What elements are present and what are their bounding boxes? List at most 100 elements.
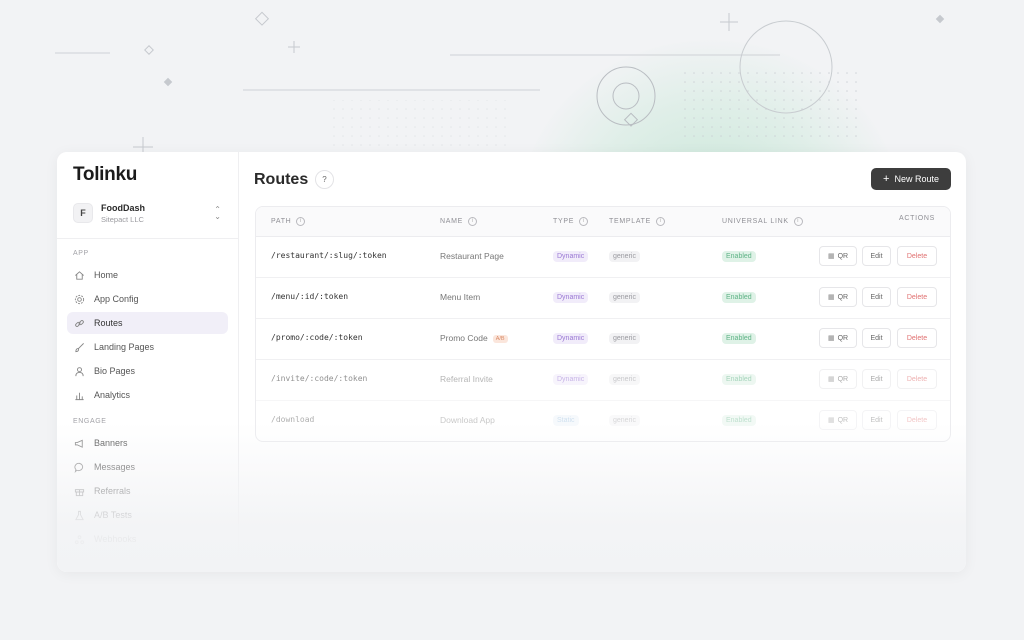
qr-button[interactable]: ▦ QR: [819, 369, 857, 389]
column-header-label: TEMPLATE: [609, 218, 652, 225]
route-path: /promo/:code/:token: [271, 333, 363, 342]
edit-button[interactable]: Edit: [862, 328, 891, 348]
sidebar: Tolinku F FoodDash Sitepact LLC ⌃ ⌄ APP H…: [57, 152, 239, 572]
edit-button[interactable]: Edit: [862, 246, 891, 266]
column-header-name[interactable]: NAME i: [440, 217, 478, 226]
help-button[interactable]: ?: [315, 170, 334, 189]
qr-button[interactable]: ▦ QR: [819, 328, 857, 348]
user-icon: [73, 365, 85, 377]
qr-label: QR: [837, 293, 849, 301]
workspace-switcher[interactable]: F FoodDash Sitepact LLC ⌃ ⌄: [67, 196, 229, 230]
table-row[interactable]: /promo/:code/:token Promo Code A/B Dynami…: [256, 319, 950, 360]
table-row[interactable]: /menu/:id/:token Menu Item Dynamic gener…: [256, 278, 950, 319]
template-badge: generic: [609, 333, 640, 344]
qr-label: QR: [837, 416, 849, 424]
gift-icon: [73, 485, 85, 497]
workspace-avatar: F: [73, 203, 93, 223]
edit-button[interactable]: Edit: [862, 369, 891, 389]
sidebar-item-referrals[interactable]: Referrals: [67, 480, 228, 502]
route-path: /menu/:id/:token: [271, 292, 349, 301]
table-row[interactable]: /invite/:code/:token Referral Invite Dyn…: [256, 360, 950, 401]
info-icon[interactable]: i: [656, 217, 666, 226]
route-path: /restaurant/:slug/:token: [271, 251, 387, 260]
ab-test-badge: A/B: [492, 335, 508, 343]
megaphone-icon: [73, 437, 85, 449]
new-route-button[interactable]: + New Route: [871, 168, 951, 190]
sidebar-item-banners[interactable]: Banners: [67, 432, 228, 454]
logo[interactable]: Tolinku: [73, 164, 137, 186]
table-header: PATH i NAME i TYPE i TEMPLATE i UNIVERSAL LI…: [256, 207, 950, 237]
qr-label: QR: [837, 334, 849, 342]
sidebar-item-label: Banners: [94, 438, 128, 448]
route-name-text: Promo Code: [440, 333, 488, 343]
sidebar-item-app-config[interactable]: App Config: [67, 288, 228, 310]
new-route-label: New Route: [894, 174, 939, 184]
qr-button[interactable]: ▦ QR: [819, 410, 857, 430]
column-header-label: PATH: [271, 218, 292, 225]
column-header-actions: ACTIONS: [899, 215, 935, 222]
sidebar-item-routes[interactable]: Routes: [67, 312, 228, 334]
column-header-label: ACTIONS: [899, 215, 936, 222]
qr-button[interactable]: ▦ QR: [819, 246, 857, 266]
info-icon[interactable]: i: [468, 217, 478, 226]
sidebar-item-label: Messages: [94, 462, 136, 472]
type-badge: Dynamic: [553, 251, 589, 262]
qr-code-icon: ▦: [827, 335, 835, 342]
type-badge: Dynamic: [553, 333, 589, 344]
route-path: /download: [271, 415, 315, 424]
edit-button[interactable]: Edit: [862, 410, 891, 430]
app-window: Tolinku F FoodDash Sitepact LLC ⌃ ⌄ APP H…: [57, 152, 966, 572]
table-row[interactable]: /restaurant/:slug/:token Restaurant Page…: [256, 237, 950, 278]
column-header-path[interactable]: PATH i: [271, 217, 306, 226]
page-title: Routes: [254, 171, 309, 188]
qr-code-icon: ▦: [827, 376, 835, 383]
sidebar-item-bio-pages[interactable]: Bio Pages: [67, 360, 228, 382]
delete-button[interactable]: Delete: [897, 246, 937, 266]
column-header-template[interactable]: TEMPLATE i: [609, 217, 666, 226]
universal-link-badge: Enabled: [722, 374, 756, 385]
edit-button[interactable]: Edit: [862, 287, 891, 307]
qr-code-icon: ▦: [827, 253, 835, 260]
home-icon: [73, 269, 85, 281]
universal-link-badge: Enabled: [722, 415, 756, 426]
section-label-app: APP: [73, 250, 89, 257]
info-icon[interactable]: i: [579, 217, 589, 226]
link-icon: [73, 317, 85, 329]
template-badge: generic: [609, 415, 640, 426]
table-row[interactable]: /download Download App Static generic En…: [256, 401, 950, 441]
sidebar-item-landing-pages[interactable]: Landing Pages: [67, 336, 228, 358]
column-header-universal-link[interactable]: UNIVERSAL LINK i: [722, 217, 803, 226]
delete-button[interactable]: Delete: [897, 410, 937, 430]
delete-button[interactable]: Delete: [897, 369, 937, 389]
column-header-type[interactable]: TYPE i: [553, 217, 589, 226]
plus-icon: +: [883, 173, 890, 185]
qr-label: QR: [837, 375, 849, 383]
info-icon[interactable]: i: [793, 217, 803, 226]
workspace-org: Sitepact LLC: [101, 214, 144, 224]
qr-code-icon: ▦: [827, 294, 835, 301]
sidebar-item-ab-tests[interactable]: A/B Tests: [67, 504, 228, 526]
sidebar-item-label: Webhooks: [94, 534, 137, 544]
template-badge: generic: [609, 292, 640, 303]
sidebar-item-label: Landing Pages: [94, 342, 155, 352]
sidebar-item-home[interactable]: Home: [67, 264, 228, 286]
qr-button[interactable]: ▦ QR: [819, 287, 857, 307]
universal-link-badge: Enabled: [722, 251, 756, 262]
bar-chart-icon: [73, 389, 85, 401]
delete-button[interactable]: Delete: [897, 287, 937, 307]
sidebar-item-label: A/B Tests: [94, 510, 132, 520]
brush-icon: [73, 341, 85, 353]
sidebar-item-analytics[interactable]: Analytics: [67, 384, 228, 406]
gear-icon: [73, 293, 85, 305]
sidebar-item-webhooks[interactable]: Webhooks: [67, 528, 228, 550]
universal-link-badge: Enabled: [722, 333, 756, 344]
webhook-icon: [73, 533, 85, 545]
route-path: /invite/:code/:token: [271, 374, 368, 383]
template-badge: generic: [609, 374, 640, 385]
info-icon[interactable]: i: [296, 217, 306, 226]
chevron-up-down-icon: ⌃ ⌄: [214, 205, 221, 221]
delete-button[interactable]: Delete: [897, 328, 937, 348]
flask-icon: [73, 509, 85, 521]
type-badge: Dynamic: [553, 292, 589, 303]
sidebar-item-messages[interactable]: Messages: [67, 456, 228, 478]
